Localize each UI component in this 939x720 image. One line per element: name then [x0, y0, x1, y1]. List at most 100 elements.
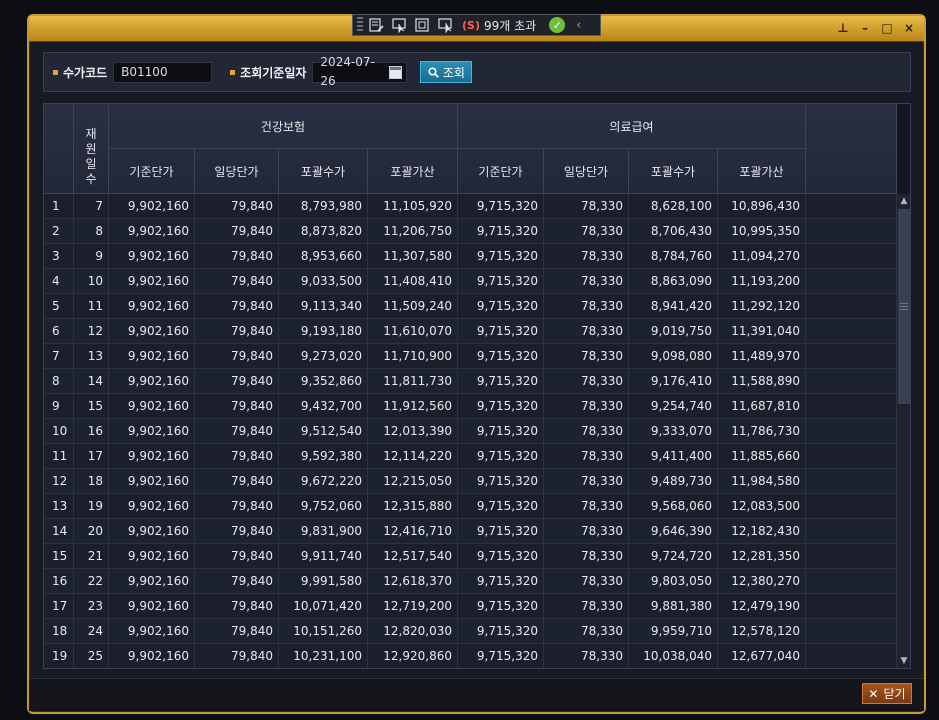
table-cell[interactable]: 9,715,320	[458, 269, 544, 294]
table-cell[interactable]: 12,578,120	[718, 619, 806, 644]
table-cell[interactable]: 78,330	[544, 594, 629, 619]
table-cell[interactable]: 21	[74, 544, 109, 569]
table-cell[interactable]: 9,254,740	[629, 394, 718, 419]
table-cell[interactable]: 18	[74, 469, 109, 494]
table-cell[interactable]: 9,715,320	[458, 494, 544, 519]
table-cell[interactable]: 78,330	[544, 369, 629, 394]
date-input[interactable]: 2024-07-26	[312, 55, 408, 88]
table-cell[interactable]: 12,013,390	[368, 419, 458, 444]
table-cell[interactable]: 9,902,160	[109, 394, 195, 419]
table-cell[interactable]: 79,840	[195, 544, 279, 569]
table-cell[interactable]: 11,509,240	[368, 294, 458, 319]
row-number-cell[interactable]: 18	[44, 619, 74, 644]
table-cell[interactable]: 12,281,350	[718, 544, 806, 569]
table-cell[interactable]: 9,273,020	[279, 344, 368, 369]
table-cell[interactable]: 9,715,320	[458, 219, 544, 244]
table-cell[interactable]: 9,098,080	[629, 344, 718, 369]
table-cell[interactable]: 11,105,920	[368, 194, 458, 219]
table-cell[interactable]: 9,113,340	[279, 294, 368, 319]
table-cell[interactable]: 78,330	[544, 469, 629, 494]
table-cell[interactable]: 9,033,500	[279, 269, 368, 294]
table-cell[interactable]: 9,715,320	[458, 194, 544, 219]
table-cell[interactable]: 9,991,580	[279, 569, 368, 594]
table-cell[interactable]: 8,628,100	[629, 194, 718, 219]
table-cell[interactable]: 10	[74, 269, 109, 294]
table-cell[interactable]: 78,330	[544, 444, 629, 469]
table-cell[interactable]: 9,902,160	[109, 594, 195, 619]
table-cell[interactable]: 9,512,540	[279, 419, 368, 444]
table-cell[interactable]: 9,959,710	[629, 619, 718, 644]
table-cell[interactable]: 9,019,750	[629, 319, 718, 344]
code-input[interactable]: B01100	[113, 61, 213, 83]
table-cell[interactable]: 79,840	[195, 394, 279, 419]
row-number-cell[interactable]: 1	[44, 194, 74, 219]
table-cell[interactable]: 11,786,730	[718, 419, 806, 444]
table-cell[interactable]: 9,902,160	[109, 644, 195, 668]
table-row[interactable]: 13 19 9,902,160 79,840 9,752,060 12,315,880 9,…	[44, 494, 897, 519]
table-cell[interactable]: 9,902,160	[109, 344, 195, 369]
table-cell[interactable]: 11,610,070	[368, 319, 458, 344]
table-cell[interactable]: 9,176,410	[629, 369, 718, 394]
table-cell[interactable]: 9,803,050	[629, 569, 718, 594]
table-cell[interactable]: 11,193,200	[718, 269, 806, 294]
table-cell[interactable]: 9,715,320	[458, 444, 544, 469]
table-cell[interactable]: 11,710,900	[368, 344, 458, 369]
table-cell[interactable]: 9,902,160	[109, 519, 195, 544]
table-row[interactable]: 19 25 9,902,160 79,840 10,231,100 12,920,860 9…	[44, 644, 897, 668]
pin-icon[interactable]: ⊥	[836, 21, 850, 35]
table-cell[interactable]: 79,840	[195, 244, 279, 269]
scroll-down-icon[interactable]: ▼	[897, 654, 910, 668]
table-cell[interactable]: 9,715,320	[458, 594, 544, 619]
table-cell[interactable]: 12,618,370	[368, 569, 458, 594]
table-cell[interactable]: 12,114,220	[368, 444, 458, 469]
table-cell[interactable]: 11,811,730	[368, 369, 458, 394]
table-cell[interactable]: 12,479,190	[718, 594, 806, 619]
table-cell[interactable]: 12,083,500	[718, 494, 806, 519]
table-cell[interactable]: 78,330	[544, 294, 629, 319]
calendar-icon[interactable]	[388, 65, 403, 79]
table-row[interactable]: 17 23 9,902,160 79,840 10,071,420 12,719,200 9…	[44, 594, 897, 619]
table-cell[interactable]: 9,724,720	[629, 544, 718, 569]
table-cell[interactable]: 9,193,180	[279, 319, 368, 344]
edit-list-icon[interactable]	[366, 16, 386, 34]
scroll-up-icon[interactable]: ▲	[897, 194, 910, 208]
table-cell[interactable]: 8,793,980	[279, 194, 368, 219]
table-cell[interactable]: 8,863,090	[629, 269, 718, 294]
table-cell[interactable]: 12,677,040	[718, 644, 806, 668]
table-cell[interactable]: 12,416,710	[368, 519, 458, 544]
table-cell[interactable]: 9,568,060	[629, 494, 718, 519]
table-cell[interactable]: 78,330	[544, 519, 629, 544]
table-cell[interactable]: 10,151,260	[279, 619, 368, 644]
table-cell[interactable]: 12,517,540	[368, 544, 458, 569]
table-cell[interactable]: 11,687,810	[718, 394, 806, 419]
table-cell[interactable]: 22	[74, 569, 109, 594]
table-cell[interactable]: 78,330	[544, 619, 629, 644]
table-cell[interactable]: 8,941,420	[629, 294, 718, 319]
table-cell[interactable]: 9,715,320	[458, 619, 544, 644]
row-number-cell[interactable]: 16	[44, 569, 74, 594]
table-cell[interactable]: 9,902,160	[109, 569, 195, 594]
table-cell[interactable]: 9,646,390	[629, 519, 718, 544]
table-cell[interactable]: 11,885,660	[718, 444, 806, 469]
table-cell[interactable]: 8	[74, 219, 109, 244]
table-cell[interactable]: 79,840	[195, 294, 279, 319]
table-cell[interactable]: 79,840	[195, 219, 279, 244]
table-cell[interactable]: 78,330	[544, 194, 629, 219]
table-row[interactable]: 5 11 9,902,160 79,840 9,113,340 11,509,240 9,7…	[44, 294, 897, 319]
table-cell[interactable]: 10,896,430	[718, 194, 806, 219]
table-cell[interactable]: 8,873,820	[279, 219, 368, 244]
table-row[interactable]: 18 24 9,902,160 79,840 10,151,260 12,820,030 9…	[44, 619, 897, 644]
square-icon[interactable]	[412, 16, 432, 34]
table-cell[interactable]: 9,902,160	[109, 294, 195, 319]
table-cell[interactable]: 9,715,320	[458, 394, 544, 419]
search-button[interactable]: 조회	[420, 61, 473, 83]
table-cell[interactable]: 9,715,320	[458, 319, 544, 344]
table-cell[interactable]: 79,840	[195, 519, 279, 544]
table-row[interactable]: 9 15 9,902,160 79,840 9,432,700 11,912,560 9,7…	[44, 394, 897, 419]
table-cell[interactable]: 12,820,030	[368, 619, 458, 644]
table-cell[interactable]: 78,330	[544, 494, 629, 519]
table-row[interactable]: 11 17 9,902,160 79,840 9,592,380 12,114,220 9,…	[44, 444, 897, 469]
table-cell[interactable]: 9,672,220	[279, 469, 368, 494]
table-cell[interactable]: 11,588,890	[718, 369, 806, 394]
table-cell[interactable]: 9,715,320	[458, 294, 544, 319]
